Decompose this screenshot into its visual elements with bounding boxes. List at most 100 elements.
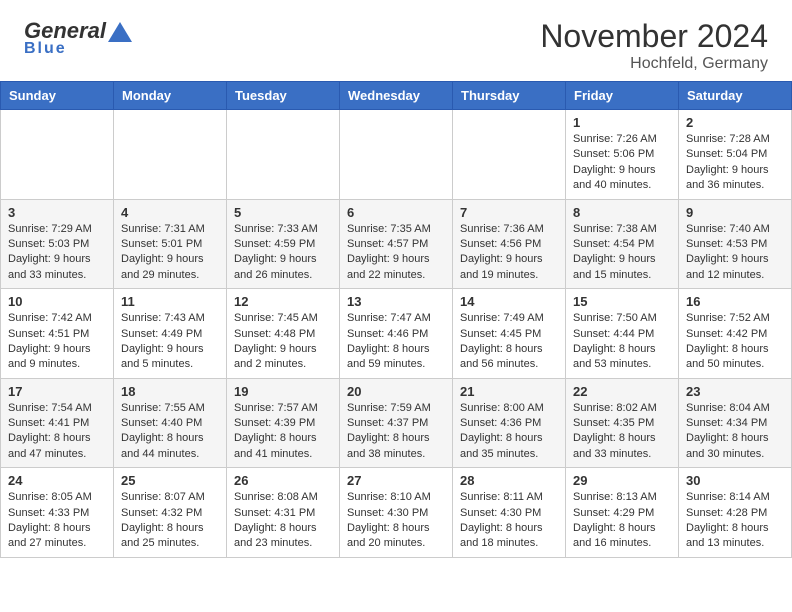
day-detail: Sunrise: 7:28 AM Sunset: 5:04 PM Dayligh… — [686, 133, 770, 191]
day-detail: Sunrise: 7:38 AM Sunset: 4:54 PM Dayligh… — [573, 223, 657, 281]
day-detail: Sunrise: 8:11 AM Sunset: 4:30 PM Dayligh… — [460, 491, 543, 549]
weekday-header-monday: Monday — [114, 82, 227, 110]
calendar-day-cell: 3Sunrise: 7:29 AM Sunset: 5:03 PM Daylig… — [1, 199, 114, 289]
day-detail: Sunrise: 7:52 AM Sunset: 4:42 PM Dayligh… — [686, 312, 770, 370]
day-detail: Sunrise: 7:50 AM Sunset: 4:44 PM Dayligh… — [573, 312, 657, 370]
day-detail: Sunrise: 7:55 AM Sunset: 4:40 PM Dayligh… — [121, 402, 205, 460]
day-detail: Sunrise: 7:57 AM Sunset: 4:39 PM Dayligh… — [234, 402, 318, 460]
day-detail: Sunrise: 7:43 AM Sunset: 4:49 PM Dayligh… — [121, 312, 205, 370]
calendar-day-cell: 5 Sunrise: 7:33 AM Sunset: 4:59 PM Daylig… — [227, 199, 340, 289]
day-detail: Sunrise: 7:42 AM Sunset: 4:51 PM Dayligh… — [8, 312, 92, 370]
calendar-day-cell: 7 Sunrise: 7:36 AM Sunset: 4:56 PM Daylig… — [453, 199, 566, 289]
day-number: 29 — [573, 473, 671, 488]
weekday-header-row: SundayMondayTuesdayWednesdayThursdayFrid… — [1, 82, 792, 110]
weekday-header-wednesday: Wednesday — [340, 82, 453, 110]
day-number: 10 — [8, 294, 106, 309]
calendar-day-cell: 28 Sunrise: 8:11 AM Sunset: 4:30 PM Dayli… — [453, 468, 566, 558]
day-detail: Sunrise: 8:00 AM Sunset: 4:36 PM Dayligh… — [460, 402, 544, 460]
day-number: 11 — [121, 294, 219, 309]
day-number: 1 — [573, 115, 671, 130]
day-number: 2 — [686, 115, 784, 130]
day-detail: Sunrise: 8:10 AM Sunset: 4:30 PM Dayligh… — [347, 491, 431, 549]
day-detail: Sunrise: 8:07 AM Sunset: 4:32 PM Dayligh… — [121, 491, 205, 549]
day-number: 15 — [573, 294, 671, 309]
day-number: 17 — [8, 384, 106, 399]
day-detail: Sunrise: 8:04 AM Sunset: 4:34 PM Dayligh… — [686, 402, 770, 460]
calendar-day-cell: 27 Sunrise: 8:10 AM Sunset: 4:30 PM Dayli… — [340, 468, 453, 558]
calendar-day-cell: 23Sunrise: 8:04 AM Sunset: 4:34 PM Dayli… — [679, 378, 792, 468]
calendar-day-cell: 30 Sunrise: 8:14 AM Sunset: 4:28 PM Dayli… — [679, 468, 792, 558]
calendar-day-cell: 10 Sunrise: 7:42 AM Sunset: 4:51 PM Dayli… — [1, 289, 114, 379]
weekday-header-tuesday: Tuesday — [227, 82, 340, 110]
day-number: 8 — [573, 205, 671, 220]
day-number: 25 — [121, 473, 219, 488]
calendar-day-cell: 6Sunrise: 7:35 AM Sunset: 4:57 PM Daylig… — [340, 199, 453, 289]
calendar-day-cell: 2 Sunrise: 7:28 AM Sunset: 5:04 PM Daylig… — [679, 110, 792, 200]
day-number: 27 — [347, 473, 445, 488]
day-detail: Sunrise: 7:45 AM Sunset: 4:48 PM Dayligh… — [234, 312, 318, 370]
calendar-day-cell: 4 Sunrise: 7:31 AM Sunset: 5:01 PM Daylig… — [114, 199, 227, 289]
title-section: November 2024 Hochfeld, Germany — [540, 18, 768, 73]
calendar-day-cell — [453, 110, 566, 200]
day-number: 22 — [573, 384, 671, 399]
calendar-week-row: 24 Sunrise: 8:05 AM Sunset: 4:33 PM Dayli… — [1, 468, 792, 558]
day-number: 18 — [121, 384, 219, 399]
calendar-day-cell — [1, 110, 114, 200]
day-detail: Sunrise: 8:13 AM Sunset: 4:29 PM Dayligh… — [573, 491, 657, 549]
day-number: 26 — [234, 473, 332, 488]
day-number: 6 — [347, 205, 445, 220]
day-detail: Sunrise: 7:26 AM Sunset: 5:06 PM Dayligh… — [573, 133, 657, 191]
day-number: 16 — [686, 294, 784, 309]
calendar-day-cell: 11 Sunrise: 7:43 AM Sunset: 4:49 PM Dayli… — [114, 289, 227, 379]
day-number: 24 — [8, 473, 106, 488]
calendar-day-cell: 14Sunrise: 7:49 AM Sunset: 4:45 PM Dayli… — [453, 289, 566, 379]
calendar-day-cell: 25 Sunrise: 8:07 AM Sunset: 4:32 PM Dayli… — [114, 468, 227, 558]
calendar-day-cell: 26 Sunrise: 8:08 AM Sunset: 4:31 PM Dayli… — [227, 468, 340, 558]
day-number: 20 — [347, 384, 445, 399]
calendar-day-cell: 16 Sunrise: 7:52 AM Sunset: 4:42 PM Dayli… — [679, 289, 792, 379]
calendar-day-cell: 17 Sunrise: 7:54 AM Sunset: 4:41 PM Dayli… — [1, 378, 114, 468]
weekday-header-thursday: Thursday — [453, 82, 566, 110]
calendar-day-cell: 13Sunrise: 7:47 AM Sunset: 4:46 PM Dayli… — [340, 289, 453, 379]
location-label: Hochfeld, Germany — [540, 55, 768, 73]
calendar-week-row: 17 Sunrise: 7:54 AM Sunset: 4:41 PM Dayli… — [1, 378, 792, 468]
page-header: General Blue November 2024 Hochfeld, Ger… — [0, 0, 792, 81]
day-number: 5 — [234, 205, 332, 220]
calendar-week-row: 3Sunrise: 7:29 AM Sunset: 5:03 PM Daylig… — [1, 199, 792, 289]
day-number: 13 — [347, 294, 445, 309]
logo: General Blue — [24, 18, 132, 58]
calendar-day-cell: 20Sunrise: 7:59 AM Sunset: 4:37 PM Dayli… — [340, 378, 453, 468]
day-number: 9 — [686, 205, 784, 220]
day-number: 21 — [460, 384, 558, 399]
day-detail: Sunrise: 7:40 AM Sunset: 4:53 PM Dayligh… — [686, 223, 770, 281]
day-detail: Sunrise: 8:05 AM Sunset: 4:33 PM Dayligh… — [8, 491, 92, 549]
weekday-header-saturday: Saturday — [679, 82, 792, 110]
day-detail: Sunrise: 7:36 AM Sunset: 4:56 PM Dayligh… — [460, 223, 544, 281]
day-detail: Sunrise: 7:54 AM Sunset: 4:41 PM Dayligh… — [8, 402, 92, 460]
day-number: 7 — [460, 205, 558, 220]
day-number: 30 — [686, 473, 784, 488]
weekday-header-sunday: Sunday — [1, 82, 114, 110]
day-number: 12 — [234, 294, 332, 309]
calendar-day-cell: 21 Sunrise: 8:00 AM Sunset: 4:36 PM Dayli… — [453, 378, 566, 468]
calendar-day-cell — [114, 110, 227, 200]
calendar-day-cell — [340, 110, 453, 200]
day-detail: Sunrise: 7:31 AM Sunset: 5:01 PM Dayligh… — [121, 223, 205, 281]
day-detail: Sunrise: 8:14 AM Sunset: 4:28 PM Dayligh… — [686, 491, 770, 549]
day-detail: Sunrise: 8:08 AM Sunset: 4:31 PM Dayligh… — [234, 491, 318, 549]
calendar-day-cell: 29 Sunrise: 8:13 AM Sunset: 4:29 PM Dayli… — [566, 468, 679, 558]
calendar-day-cell — [227, 110, 340, 200]
day-number: 14 — [460, 294, 558, 309]
logo-triangle-icon — [108, 22, 132, 42]
day-number: 3 — [8, 205, 106, 220]
calendar-day-cell: 24 Sunrise: 8:05 AM Sunset: 4:33 PM Dayli… — [1, 468, 114, 558]
calendar-day-cell: 22Sunrise: 8:02 AM Sunset: 4:35 PM Dayli… — [566, 378, 679, 468]
calendar-day-cell: 9 Sunrise: 7:40 AM Sunset: 4:53 PM Daylig… — [679, 199, 792, 289]
day-number: 4 — [121, 205, 219, 220]
day-number: 28 — [460, 473, 558, 488]
day-detail: Sunrise: 7:33 AM Sunset: 4:59 PM Dayligh… — [234, 223, 318, 281]
calendar-day-cell: 12 Sunrise: 7:45 AM Sunset: 4:48 PM Dayli… — [227, 289, 340, 379]
calendar-day-cell: 19 Sunrise: 7:57 AM Sunset: 4:39 PM Dayli… — [227, 378, 340, 468]
calendar-day-cell: 15 Sunrise: 7:50 AM Sunset: 4:44 PM Dayli… — [566, 289, 679, 379]
day-number: 19 — [234, 384, 332, 399]
